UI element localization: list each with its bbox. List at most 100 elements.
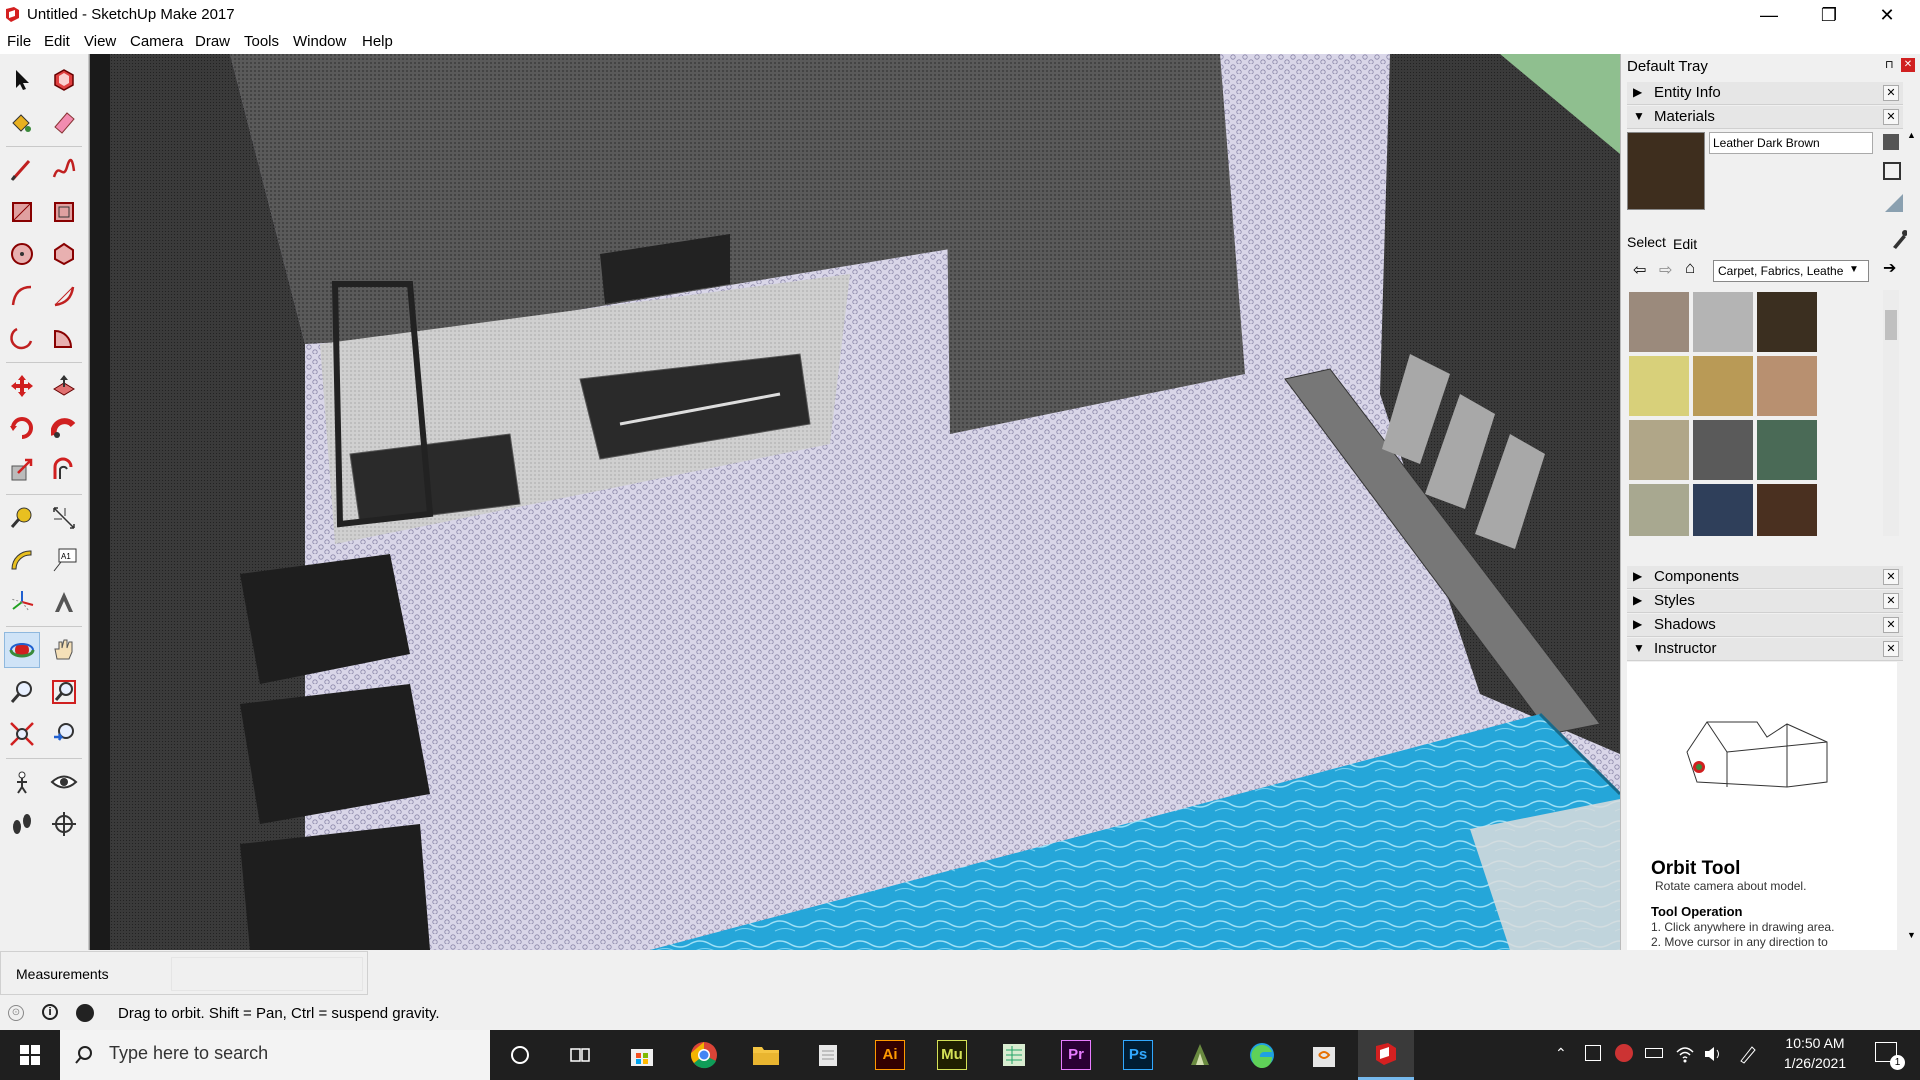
volume-icon[interactable] [1703, 1044, 1723, 1064]
freehand-icon[interactable] [46, 152, 82, 188]
create-material-icon[interactable] [1883, 162, 1901, 180]
zoom-icon[interactable] [4, 674, 40, 710]
material-swatch[interactable] [1629, 292, 1689, 352]
store-icon[interactable] [614, 1030, 670, 1080]
look-around-icon[interactable] [46, 764, 82, 800]
user-icon[interactable] [76, 1004, 94, 1022]
eyedropper-icon[interactable] [1891, 229, 1907, 249]
material-swatch[interactable] [1757, 484, 1817, 536]
close-icon[interactable]: ✕ [1883, 85, 1899, 101]
rectangle-icon[interactable] [4, 194, 40, 230]
library-select[interactable]: Carpet, Fabrics, Leathe [1713, 260, 1869, 282]
sample-paint-icon[interactable] [1883, 192, 1905, 214]
muse-icon[interactable]: Mu [924, 1030, 980, 1080]
dimension-icon[interactable] [46, 500, 82, 536]
material-swatch[interactable] [1693, 292, 1753, 352]
polygon-icon[interactable] [46, 236, 82, 272]
credits-icon[interactable]: i [42, 1004, 58, 1020]
close-icon[interactable]: ✕ [1883, 109, 1899, 125]
two-point-arc-icon[interactable] [46, 278, 82, 314]
display-secondary-icon[interactable] [1883, 134, 1899, 150]
previous-view-icon[interactable] [46, 716, 82, 752]
paint-bucket-icon[interactable] [4, 104, 40, 140]
line-icon[interactable] [4, 152, 40, 188]
close-icon[interactable]: ✕ [1883, 617, 1899, 633]
edge-icon[interactable] [1234, 1030, 1290, 1080]
back-arrow-icon[interactable]: ⇦ [1633, 260, 1646, 280]
photoshop-icon[interactable]: Ps [1110, 1030, 1166, 1080]
menu-draw[interactable]: Draw [195, 33, 230, 50]
excel-icon[interactable] [986, 1030, 1042, 1080]
material-swatch[interactable] [1629, 356, 1689, 416]
material-swatch[interactable] [1693, 420, 1753, 480]
material-swatch[interactable] [1629, 484, 1689, 536]
zoom-extents-icon[interactable] [4, 716, 40, 752]
menu-file[interactable]: File [7, 33, 31, 50]
notepad-icon[interactable] [800, 1030, 856, 1080]
follow-me-icon[interactable] [46, 410, 82, 446]
orbit-icon[interactable] [4, 632, 40, 668]
material-name-field[interactable] [1709, 132, 1873, 154]
home-icon[interactable]: ⌂ [1685, 258, 1695, 278]
sketchup-taskbar-icon[interactable] [1358, 1030, 1414, 1080]
details-arrow-icon[interactable]: ➔ [1883, 258, 1896, 278]
make-component-icon[interactable] [46, 62, 82, 98]
axes-icon[interactable] [4, 584, 40, 620]
rotate-icon[interactable] [4, 410, 40, 446]
premiere-icon[interactable]: Pr [1048, 1030, 1104, 1080]
clock-date[interactable]: 1/26/2021 [1775, 1055, 1855, 1071]
panel-components[interactable]: ▶ Components ✕ [1627, 566, 1903, 589]
menu-view[interactable]: View [84, 33, 116, 50]
push-pull-icon[interactable] [46, 368, 82, 404]
select-icon[interactable] [4, 62, 40, 98]
measurements-input[interactable] [171, 957, 363, 991]
java-icon[interactable] [1296, 1030, 1352, 1080]
material-swatch[interactable] [1757, 356, 1817, 416]
pen-workspace-icon[interactable] [1738, 1044, 1758, 1064]
chrome-icon[interactable] [676, 1030, 732, 1080]
circle-icon[interactable] [4, 236, 40, 272]
swatch-scrollbar[interactable] [1883, 290, 1899, 536]
close-icon[interactable]: ✕ [1883, 569, 1899, 585]
section-plane-icon[interactable] [46, 806, 82, 842]
text-icon[interactable]: A1 [46, 542, 82, 578]
file-explorer-icon[interactable] [738, 1030, 794, 1080]
rotated-rectangle-icon[interactable] [46, 194, 82, 230]
zoom-window-icon[interactable] [46, 674, 82, 710]
material-swatch[interactable] [1693, 484, 1753, 536]
maximize-button[interactable]: ❐ [1806, 0, 1852, 30]
dropdown-arrow-icon[interactable]: ▼ [1849, 264, 1859, 275]
cortana-icon[interactable] [492, 1030, 548, 1080]
tape-measure-icon[interactable] [4, 500, 40, 536]
illustrator-icon[interactable]: Ai [862, 1030, 918, 1080]
wifi-icon[interactable] [1675, 1044, 1695, 1064]
material-swatch[interactable] [1693, 356, 1753, 416]
walk-icon[interactable] [4, 806, 40, 842]
pie-icon[interactable] [46, 320, 82, 356]
menu-edit[interactable]: Edit [44, 33, 70, 50]
menu-camera[interactable]: Camera [130, 33, 183, 50]
3d-text-icon[interactable] [46, 584, 82, 620]
tab-edit[interactable]: Edit [1673, 236, 1697, 252]
close-button[interactable]: ✕ [1864, 0, 1910, 30]
panel-instructor[interactable]: ▼ Instructor ✕ [1627, 638, 1903, 661]
material-preview[interactable] [1627, 132, 1705, 210]
menu-window[interactable]: Window [293, 33, 346, 50]
battery-icon[interactable] [1645, 1048, 1663, 1058]
forward-arrow-icon[interactable]: ⇨ [1659, 260, 1672, 280]
panel-shadows[interactable]: ▶ Shadows ✕ [1627, 614, 1903, 637]
minimize-button[interactable]: — [1746, 0, 1792, 30]
offset-icon[interactable] [46, 452, 82, 488]
windows-start-icon[interactable] [2, 1030, 58, 1080]
pan-icon[interactable] [46, 632, 82, 668]
app-2018-icon[interactable] [1172, 1030, 1228, 1080]
drawing-area[interactable] [89, 54, 1620, 950]
material-swatch[interactable] [1757, 420, 1817, 480]
material-swatch[interactable] [1757, 292, 1817, 352]
close-icon[interactable]: ✕ [1883, 593, 1899, 609]
position-camera-icon[interactable] [4, 764, 40, 800]
arc-icon[interactable] [4, 278, 40, 314]
task-view-icon[interactable] [552, 1030, 608, 1080]
three-point-arc-icon[interactable] [4, 320, 40, 356]
move-icon[interactable] [4, 368, 40, 404]
